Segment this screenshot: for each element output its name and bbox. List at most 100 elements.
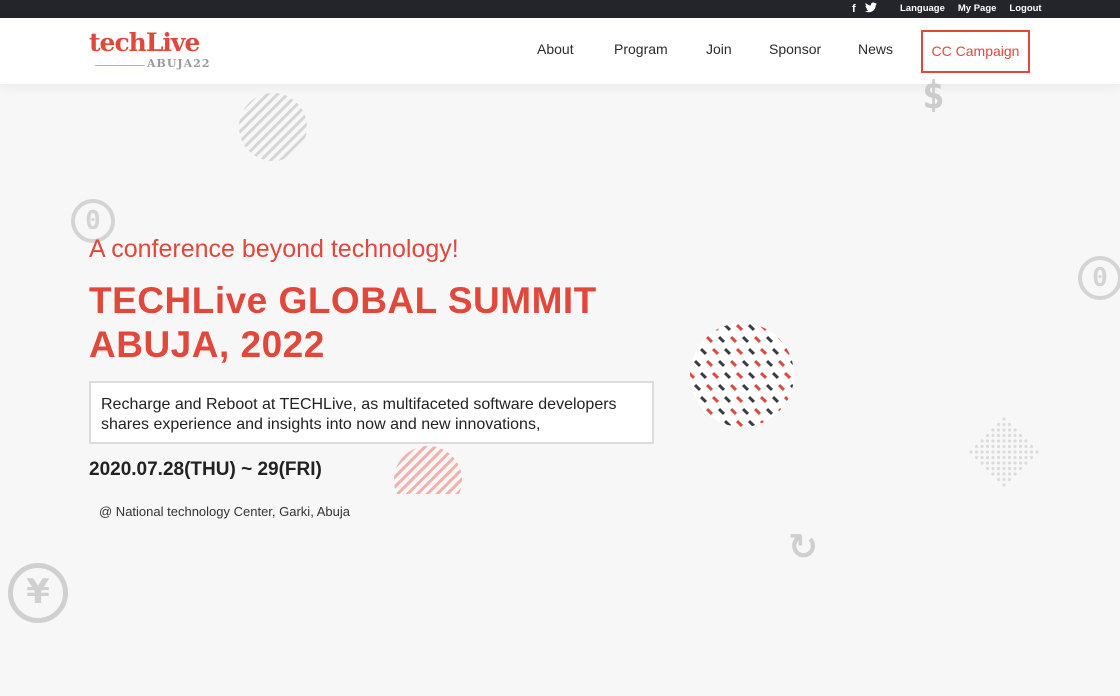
diamond-dot [980, 455, 984, 460]
cc-campaign-button[interactable]: CC Campaign [921, 30, 1030, 73]
dash-mark [783, 323, 792, 332]
dash-mark [690, 323, 696, 332]
diamond-dot [1007, 477, 1012, 482]
diamond-dot [991, 433, 995, 438]
diamond-dot [1002, 433, 1006, 438]
diamond-dot [969, 450, 973, 454]
dollar-icon: $ [922, 76, 945, 112]
nav-item-news[interactable]: News [858, 40, 893, 58]
dash-mark [796, 420, 798, 427]
dash-mark [796, 396, 798, 403]
diamond-dot [1013, 439, 1017, 443]
logo-brand-text: techLive [89, 28, 200, 57]
diamond-dot [985, 461, 990, 465]
diamond-dot [1007, 450, 1012, 454]
dash-mark [789, 335, 794, 344]
dash-pattern-circle-decoration [690, 323, 798, 427]
striped-circle-decoration [239, 93, 307, 161]
dash-mark [783, 419, 792, 427]
diamond-dot [974, 455, 979, 460]
dash-mark [771, 419, 780, 427]
dash-mark [789, 407, 794, 416]
nav-item-program[interactable]: Program [614, 40, 668, 58]
diamond-dot [1018, 461, 1023, 465]
logo-rule [95, 65, 145, 66]
diamond-dot [985, 466, 990, 471]
diamond-dot [996, 466, 1001, 471]
diamond-dot [1007, 472, 1012, 476]
dollar-glyph: $ [922, 76, 945, 112]
diamond-dot [1002, 428, 1006, 432]
dash-mark [771, 323, 780, 332]
dash-mark [796, 372, 798, 379]
diamond-dot [985, 444, 990, 449]
diamond-dot [996, 455, 1001, 460]
diamond-dot [991, 461, 995, 465]
diamond-dot [996, 422, 1001, 427]
diamond-dot [1007, 461, 1012, 465]
diamond-dot [1013, 466, 1017, 471]
nav-item-join[interactable]: Join [706, 40, 732, 58]
diamond-dot [996, 472, 1001, 476]
refresh-icon: ↻ [788, 527, 818, 563]
diamond-dot [991, 428, 995, 432]
hero-description: Recharge and Reboot at TECHLive, as mult… [101, 396, 617, 433]
diamond-dot [1018, 455, 1023, 460]
diamond-dot [1018, 466, 1023, 471]
diamond-dot [996, 439, 1001, 443]
top-utility-bar: f Language My Page Logout [0, 0, 1120, 18]
diamond-dot [1018, 439, 1023, 443]
dot-diamond-decoration [969, 417, 1039, 487]
diamond-dot [1013, 450, 1017, 454]
diamond-dot [1029, 444, 1034, 449]
diamond-dot [974, 444, 979, 449]
diamond-dot [1007, 439, 1012, 443]
diamond-dot [1013, 455, 1017, 460]
diamond-dot [1002, 466, 1006, 471]
yen-coin-icon: ¥ [8, 563, 68, 623]
diamond-dot [1007, 444, 1012, 449]
hero-subtitle: A conference beyond technology! [89, 235, 459, 263]
diamond-dot [985, 439, 990, 443]
diamond-dot [1002, 439, 1006, 443]
diamond-dot [1007, 455, 1012, 460]
logout-link[interactable]: Logout [1009, 3, 1041, 15]
diamond-dot [1007, 466, 1012, 471]
diamond-dot [1002, 444, 1006, 449]
dash-mark [796, 324, 798, 331]
dash-mark [690, 419, 696, 427]
diamond-dot [1024, 444, 1028, 449]
diamond-dot [1013, 461, 1017, 465]
facebook-icon[interactable]: f [852, 2, 856, 17]
diamond-dot [1002, 417, 1006, 421]
twitter-icon[interactable] [864, 2, 877, 17]
hero-description-box: Recharge and Reboot at TECHLive, as mult… [89, 381, 654, 444]
diamond-dot [1002, 422, 1006, 427]
diamond-dot [1002, 461, 1006, 465]
hero-title-line-2: ABUJA, 2022 [89, 324, 325, 365]
diamond-dot [1018, 450, 1023, 454]
diamond-dot [1007, 433, 1012, 438]
my-page-link[interactable]: My Page [958, 3, 997, 15]
diamond-dot [991, 455, 995, 460]
dash-mark [711, 323, 720, 332]
diamond-dot [991, 450, 995, 454]
event-venue: @ National technology Center, Garki, Abu… [99, 504, 350, 519]
diamond-dot [974, 450, 979, 454]
diamond-dot [991, 439, 995, 443]
dash-mark [690, 347, 696, 356]
diamond-dot [1024, 455, 1028, 460]
diamond-dot [1013, 433, 1017, 438]
refresh-glyph: ↻ [788, 527, 818, 563]
language-link[interactable]: Language [900, 3, 945, 15]
diamond-dot [1013, 428, 1017, 432]
diamond-dot [985, 433, 990, 438]
nav-item-sponsor[interactable]: Sponsor [769, 40, 821, 58]
diamond-dot [980, 444, 984, 449]
dash-mark [796, 348, 798, 355]
diamond-dot [1002, 472, 1006, 476]
diamond-dot [980, 461, 984, 465]
site-logo[interactable]: techLive ABUJA22 [89, 28, 214, 74]
account-links: Language My Page Logout [900, 3, 1042, 15]
nav-item-about[interactable]: About [537, 40, 574, 58]
